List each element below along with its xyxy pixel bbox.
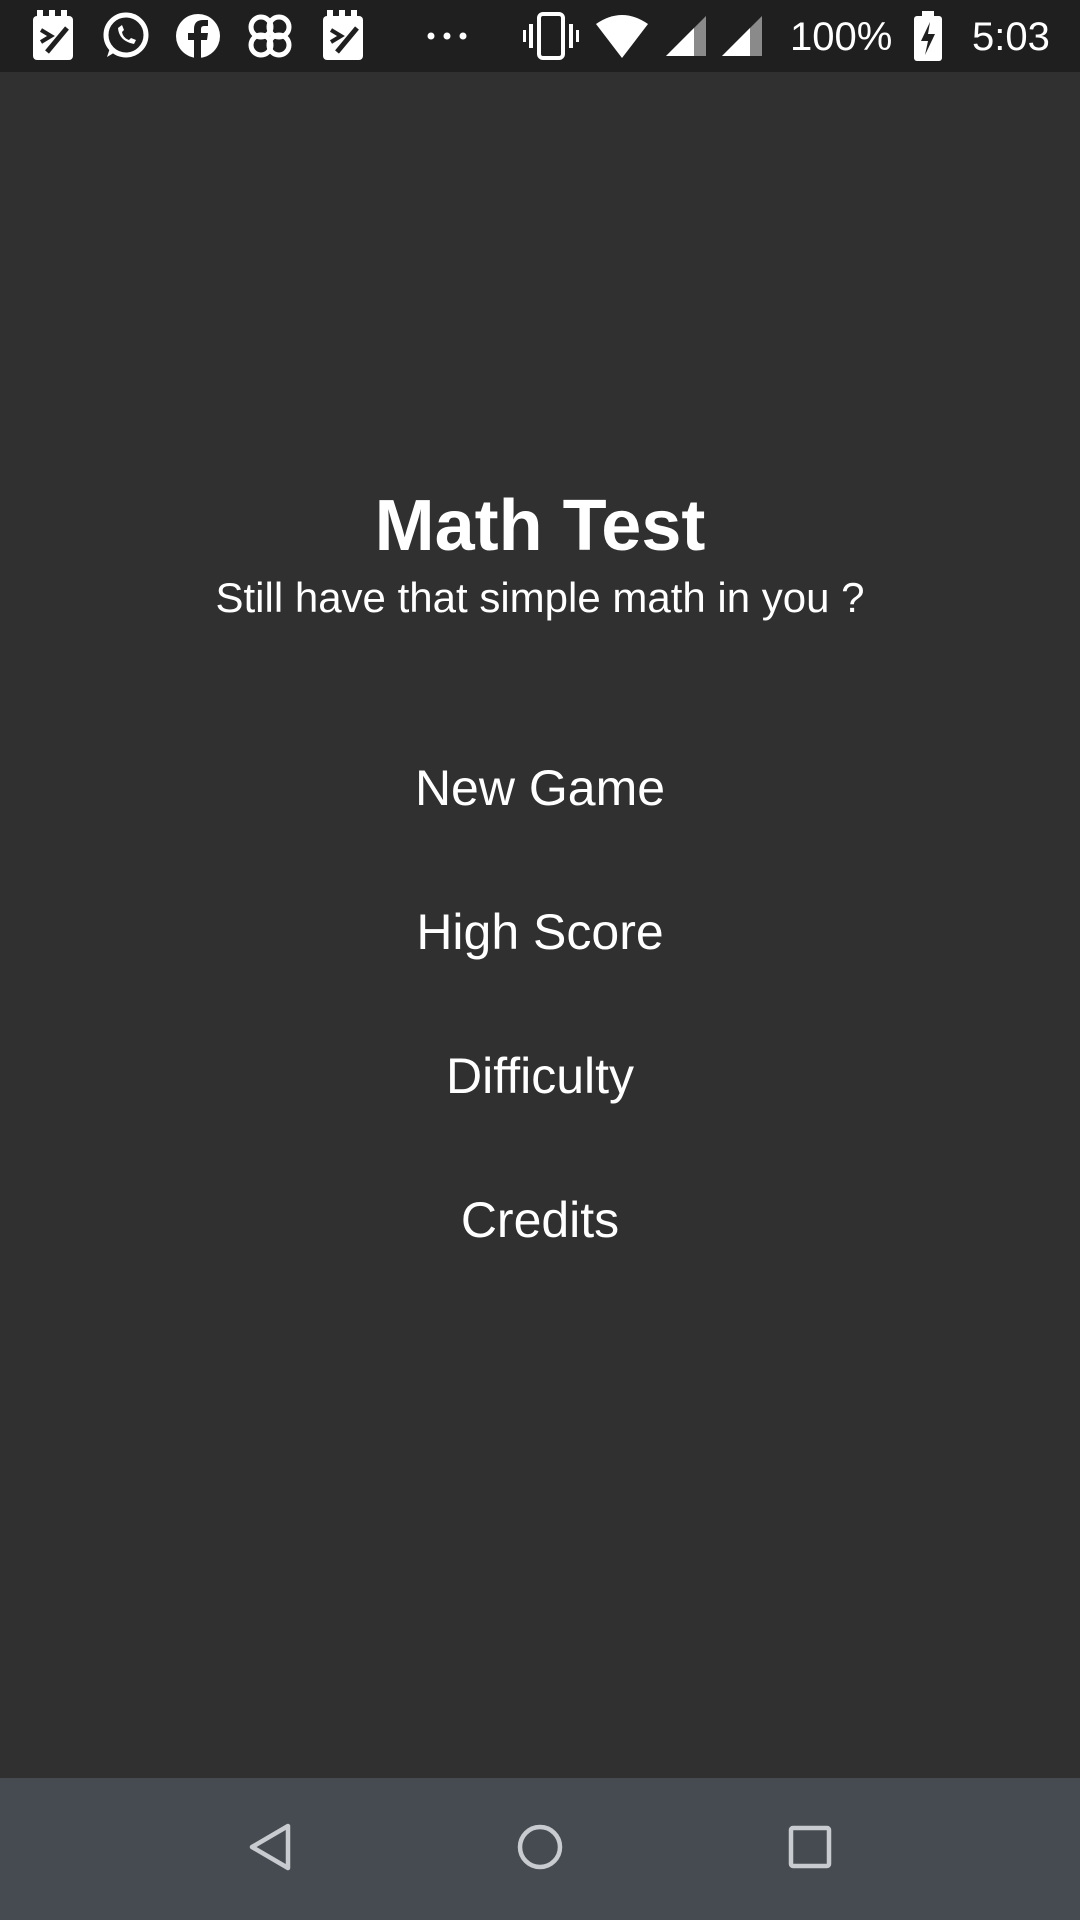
home-button[interactable]: [495, 1804, 585, 1894]
whatsapp-icon: [100, 10, 152, 62]
high-score-button[interactable]: High Score: [340, 877, 740, 987]
battery-percent: 100%: [790, 15, 893, 59]
recents-icon: [787, 1824, 833, 1875]
back-button[interactable]: [225, 1804, 315, 1894]
status-bar: 100% 5:03: [0, 0, 1080, 72]
recents-button[interactable]: [765, 1804, 855, 1894]
vibrate-icon: [522, 10, 580, 62]
battery-charging-icon: [912, 10, 944, 62]
wifi-icon: [594, 10, 650, 62]
home-icon: [515, 1822, 565, 1877]
clock-time: 5:03: [972, 15, 1050, 59]
clover-icon: [244, 10, 296, 62]
app-subtitle: Still have that simple math in you ?: [215, 574, 865, 621]
back-icon: [246, 1822, 294, 1877]
notepad-icon: [318, 10, 370, 62]
more-dots-icon: [422, 10, 472, 62]
difficulty-button[interactable]: Difficulty: [340, 1021, 740, 1131]
notepad-icon: [28, 10, 80, 62]
signal-icon: [664, 10, 708, 62]
signal-icon: [720, 10, 764, 62]
app-title: Math Test: [374, 486, 706, 566]
facebook-icon: [172, 10, 224, 62]
credits-button[interactable]: Credits: [340, 1165, 740, 1275]
screen: 100% 5:03 Math Test Still have that simp…: [0, 0, 1080, 1920]
new-game-button[interactable]: New Game: [340, 733, 740, 843]
navigation-bar: [0, 1778, 1080, 1920]
